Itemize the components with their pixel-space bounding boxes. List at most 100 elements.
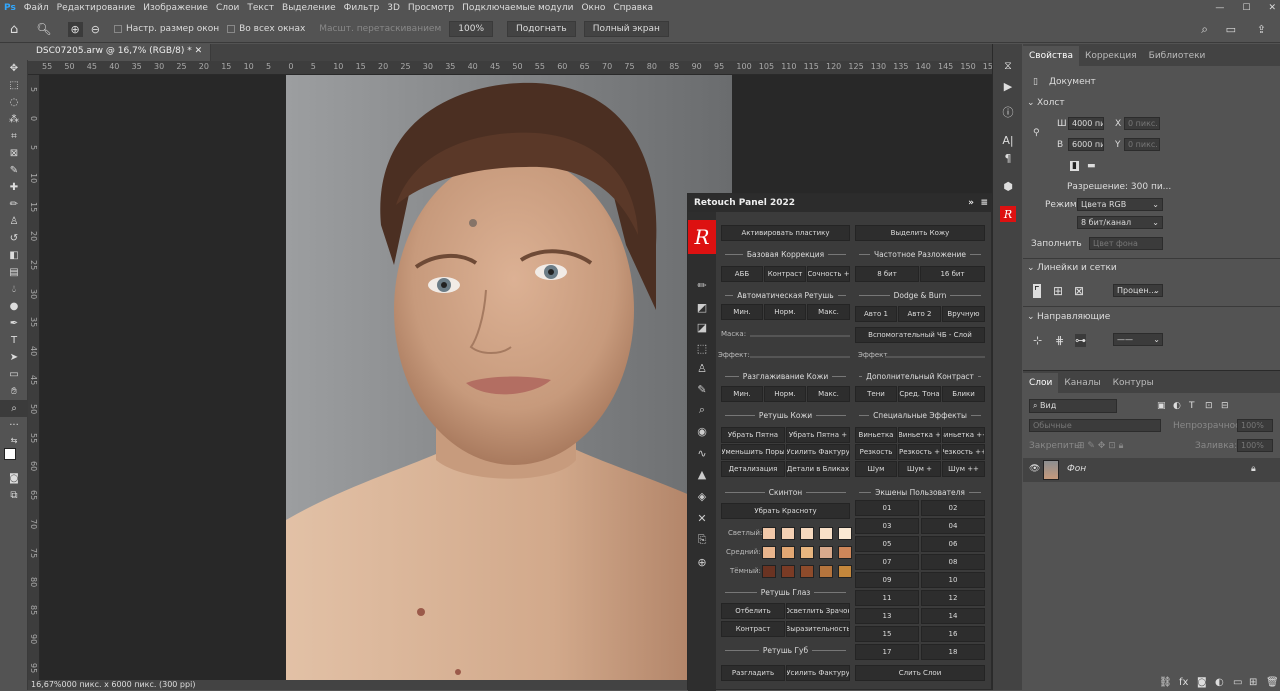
user-action-button-16[interactable]: 16 — [921, 626, 985, 642]
skintone-swatch-dark[interactable] — [819, 565, 833, 578]
manual-button[interactable]: Вручную — [942, 306, 985, 322]
workspace-icon[interactable]: ▭ — [1226, 23, 1236, 36]
portrait-photo[interactable] — [286, 75, 732, 680]
delete-layer-icon[interactable]: 🗑︎ — [1266, 677, 1279, 688]
auto-max-button[interactable]: Макс. — [807, 304, 850, 320]
pen-tool-icon[interactable]: ✒ — [0, 315, 28, 332]
chevron-down-icon[interactable]: ⌄ — [1027, 263, 1035, 273]
resize-windows-checkbox[interactable]: Настр. размер окон — [113, 24, 219, 34]
path-select-icon[interactable]: ➤ — [0, 349, 28, 366]
zoom-tool-icon[interactable]: ⌕ — [0, 400, 28, 417]
share-icon[interactable]: ⇪ — [1257, 23, 1266, 36]
history-brush-icon[interactable]: ↺ — [0, 230, 28, 247]
paragraph-icon[interactable]: ¶ — [993, 148, 1023, 168]
vignette-plus-button[interactable]: Виньетка + — [898, 427, 941, 443]
skintone-swatch-light[interactable] — [819, 527, 833, 540]
activate-plastic-button[interactable]: Активировать пластику — [721, 225, 850, 241]
skintone-swatch-light[interactable] — [838, 527, 852, 540]
merge-layers-button[interactable]: Слить Слои — [855, 665, 985, 681]
guide-style-select[interactable]: —— ⌄ — [1113, 333, 1163, 346]
gradient-icon[interactable]: ▤ — [0, 264, 28, 281]
retouch-panel-header[interactable]: Retouch Panel 2022 » ≡ — [688, 194, 992, 212]
tab-channels[interactable]: Каналы — [1058, 378, 1106, 393]
menu-filter[interactable]: Фильтр — [344, 3, 380, 13]
mode-select[interactable]: Цвета RGB ⌄ — [1077, 198, 1163, 211]
user-action-button-13[interactable]: 13 — [855, 608, 919, 624]
user-action-button-17[interactable]: 17 — [855, 644, 919, 660]
quick-mask-icon[interactable]: ◙ — [0, 470, 28, 487]
expressiveness-button[interactable]: Выразительность — [786, 621, 850, 637]
menu-select[interactable]: Выделение — [282, 3, 336, 13]
more-tools-icon[interactable]: ··· — [0, 417, 28, 434]
menu-view[interactable]: Просмотр — [408, 3, 454, 13]
height-field[interactable]: 6000 пи — [1068, 138, 1104, 151]
zoom-in-icon[interactable]: ⊕ — [67, 21, 83, 37]
pixel-grid-icon[interactable]: ⊠ — [1074, 284, 1084, 298]
minimize-icon[interactable]: — — [1215, 3, 1224, 13]
detail-highlights-button[interactable]: Детали в Бликах — [786, 461, 850, 477]
menu-file[interactable]: Файл — [24, 3, 49, 13]
mask-slider[interactable] — [750, 335, 850, 337]
cube-icon[interactable]: ⬢ — [993, 176, 1023, 196]
reduce-pores-button[interactable]: Уменьшить Поры — [721, 444, 785, 460]
noise-plus-button[interactable]: Шум + — [898, 461, 941, 477]
auto1-button[interactable]: Авто 1 — [855, 306, 897, 322]
frame-tool-icon[interactable]: ⊠ — [0, 145, 28, 162]
skintone-swatch-dark[interactable] — [781, 565, 795, 578]
user-action-button-10[interactable]: 10 — [921, 572, 985, 588]
vignette-button[interactable]: Виньетка — [855, 427, 897, 443]
info-icon[interactable]: ⓘ — [993, 102, 1023, 122]
skintone-swatch-medium[interactable] — [762, 546, 776, 559]
menu-text[interactable]: Текст — [247, 3, 274, 13]
document-tab[interactable]: DSC07205.arw @ 16,7% (RGB/8) * ✕ — [28, 44, 212, 61]
lasso-tool-icon[interactable]: ◌ — [0, 94, 28, 111]
user-action-button-01[interactable]: 01 — [855, 500, 919, 516]
triangle-icon[interactable]: ▲ — [688, 465, 716, 483]
skintone-swatch-dark[interactable] — [762, 565, 776, 578]
collapse-icon[interactable]: » — [968, 198, 974, 208]
healing-brush-icon[interactable]: ✚ — [0, 179, 28, 196]
skintone-swatch-dark[interactable] — [800, 565, 814, 578]
menu-window[interactable]: Окно — [581, 3, 605, 13]
export-icon[interactable]: ⎘ — [688, 531, 716, 549]
eraser-icon[interactable]: ◩ — [688, 298, 716, 316]
link-icon[interactable]: ⚲ — [1033, 128, 1040, 138]
stamp-tool-icon[interactable]: ♙ — [0, 213, 28, 230]
skintone-swatch-medium[interactable] — [838, 546, 852, 559]
user-action-button-03[interactable]: 03 — [855, 518, 919, 534]
filter-shape-icon[interactable]: ⊡ — [1205, 401, 1213, 411]
pen-icon[interactable]: ✎ — [688, 380, 716, 398]
bit16-button[interactable]: 16 бит — [920, 266, 985, 282]
menu-3d[interactable]: 3D — [387, 3, 400, 13]
fit-screen-button[interactable]: Подогнать — [507, 21, 576, 37]
eyedropper-icon[interactable]: ✎ — [0, 162, 28, 179]
lock-pixels-icon[interactable]: ⊞ ✎ ✥ ⊡ 🔒︎ — [1077, 441, 1123, 451]
portrait-orientation-icon[interactable]: ▮ — [1070, 161, 1079, 171]
chevron-down-icon[interactable]: ⌄ — [1027, 312, 1035, 322]
menu-image[interactable]: Изображение — [143, 3, 208, 13]
skintone-swatch-medium[interactable] — [800, 546, 814, 559]
smooth-lips-button[interactable]: Разгладить — [721, 665, 785, 681]
fx-icon[interactable]: fx — [1179, 677, 1188, 688]
globe-icon[interactable]: ⊕ — [688, 553, 716, 571]
skintone-swatch-medium[interactable] — [819, 546, 833, 559]
filter-text-icon[interactable]: T — [1189, 401, 1195, 411]
tab-properties[interactable]: Свойства — [1023, 46, 1079, 66]
user-action-button-04[interactable]: 04 — [921, 518, 985, 534]
retouch-plugin-icon[interactable]: R — [993, 204, 1023, 224]
dodge-tool-icon[interactable]: ● — [0, 298, 28, 315]
noise-plusplus-button[interactable]: Шум ++ — [942, 461, 985, 477]
effect-slider[interactable] — [750, 356, 850, 358]
vignette-plusplus-button[interactable]: Виньетка ++ — [942, 427, 985, 443]
tab-libraries[interactable]: Библиотеки — [1143, 51, 1212, 66]
bit-depth-select[interactable]: 8 бит/канал ⌄ — [1077, 216, 1163, 229]
zoom-percent[interactable]: 16,67% — [31, 680, 62, 689]
remove-spots-button[interactable]: Убрать Пятна — [721, 427, 785, 443]
eye-contrast-button[interactable]: Контраст — [721, 621, 785, 637]
skintone-swatch-medium[interactable] — [781, 546, 795, 559]
enhance-texture-button[interactable]: Усилить Фактуру — [786, 444, 850, 460]
helper-bw-layer-button[interactable]: Вспомогательный ЧБ - Слой — [855, 327, 985, 343]
units-select[interactable]: Процен... ⌄ — [1113, 284, 1163, 297]
fill-opacity-field[interactable]: 100% — [1237, 439, 1273, 452]
magic-wand-icon[interactable]: ⁂ — [0, 111, 28, 128]
